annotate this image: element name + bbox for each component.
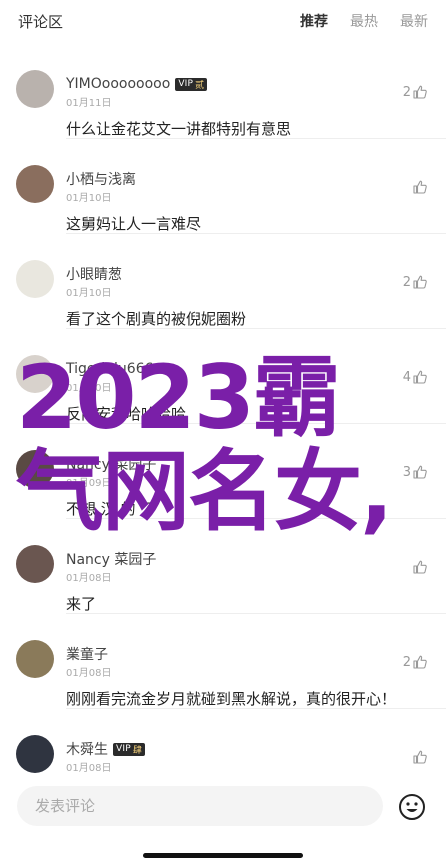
comment-item[interactable]: 木舜生 VIP 肆 01月08日 xyxy=(0,709,446,776)
like-button[interactable]: 4 xyxy=(403,369,428,385)
name-row: Tigerlulu666 xyxy=(66,360,154,378)
emoji-icon[interactable] xyxy=(398,793,426,821)
comment-text: 来了 xyxy=(66,595,97,613)
name-row: 業童子 xyxy=(66,645,108,663)
comment-input[interactable] xyxy=(35,797,383,815)
comment-item[interactable]: 業童子 01月08日 刚刚看完流金岁月就碰到黑水解说，真的很开心！ 2 xyxy=(0,614,446,709)
comment-list: YIMOoooooooo VIP 贰 01月11日 什么让金花艾文一讲都特别有意思… xyxy=(0,44,446,776)
comment-text: 刚刚看完流金岁月就碰到黑水解说，真的很开心！ xyxy=(66,690,397,708)
comment-item[interactable]: 小栖与浅离 01月10日 这舅妈让人一言难尽 xyxy=(0,139,446,234)
comment-item[interactable]: Nancy 菜园子 01月09日 不想 汉 的 了 3 xyxy=(0,424,446,519)
comment-date: 01月11日 xyxy=(66,98,112,109)
comment-input-container[interactable] xyxy=(17,786,383,826)
like-button[interactable]: 2 xyxy=(403,654,428,670)
avatar[interactable] xyxy=(16,260,54,298)
comment-text: 不想 汉 的 了 xyxy=(66,500,156,518)
name-row: Nancy 菜园子 xyxy=(66,550,156,568)
tab-newest[interactable]: 最新 xyxy=(400,11,428,31)
comment-item[interactable]: Tigerlulu666 01月10日 反向安利哈哈哈哈 4 xyxy=(0,329,446,424)
avatar[interactable] xyxy=(16,735,54,773)
vip-badge: VIP 肆 xyxy=(113,742,146,756)
vip-badge: VIP 贰 xyxy=(175,77,208,91)
like-count: 3 xyxy=(402,464,411,480)
username[interactable]: Tigerlulu666 xyxy=(66,361,154,377)
comment-date: 01月10日 xyxy=(66,383,112,394)
home-indicator xyxy=(143,853,303,858)
name-row: 小栖与浅离 xyxy=(66,170,136,188)
comment-date: 01月08日 xyxy=(66,668,112,679)
username[interactable]: 小栖与浅离 xyxy=(66,169,136,189)
comments-header: 评论区 推荐 最热 最新 xyxy=(0,0,446,44)
username[interactable]: 業童子 xyxy=(66,644,108,664)
avatar[interactable] xyxy=(16,165,54,203)
username[interactable]: Nancy 菜园子 xyxy=(66,454,156,474)
tab-hottest[interactable]: 最热 xyxy=(350,11,378,31)
sort-tabs: 推荐 最热 最新 xyxy=(278,11,428,31)
thumbs-up-icon xyxy=(413,560,427,574)
like-button[interactable] xyxy=(411,179,428,195)
comment-date: 01月10日 xyxy=(66,288,112,299)
username[interactable]: Nancy 菜园子 xyxy=(66,549,156,569)
comment-text: 反向安利哈哈哈哈 xyxy=(66,405,187,423)
comment-item[interactable]: Nancy 菜园子 01月08日 来了 xyxy=(0,519,446,614)
thumbs-up-icon xyxy=(413,370,427,384)
avatar[interactable] xyxy=(16,70,54,108)
like-button[interactable]: 3 xyxy=(403,464,428,480)
like-button[interactable]: 2 xyxy=(403,84,428,100)
like-count: 2 xyxy=(402,84,411,100)
thumbs-up-icon xyxy=(413,750,427,764)
comment-date: 01月08日 xyxy=(66,573,112,584)
comment-input-bar xyxy=(0,776,446,836)
name-row: Nancy 菜园子 xyxy=(66,455,156,473)
like-count: 4 xyxy=(402,369,411,385)
tab-recommended[interactable]: 推荐 xyxy=(300,11,328,31)
like-button[interactable]: 2 xyxy=(403,274,428,290)
like-button[interactable] xyxy=(411,749,428,765)
comment-text: 看了这个剧真的被倪妮圈粉 xyxy=(66,310,247,328)
avatar[interactable] xyxy=(16,545,54,583)
thumbs-up-icon xyxy=(413,180,427,194)
comment-text: 这舅妈让人一言难尽 xyxy=(66,215,202,233)
name-row: 小眼睛葱 xyxy=(66,265,122,283)
comment-item[interactable]: YIMOoooooooo VIP 贰 01月11日 什么让金花艾文一讲都特别有意思… xyxy=(0,44,446,139)
thumbs-up-icon xyxy=(413,655,427,669)
username[interactable]: 木舜生 xyxy=(66,739,108,759)
name-row: 木舜生 VIP 肆 xyxy=(66,739,146,759)
thumbs-up-icon xyxy=(413,275,427,289)
comment-date: 01月08日 xyxy=(66,763,112,774)
comments-title: 评论区 xyxy=(18,13,64,31)
thumbs-up-icon xyxy=(413,465,427,479)
like-count: 2 xyxy=(402,654,411,670)
avatar[interactable] xyxy=(16,450,54,488)
username[interactable]: YIMOoooooooo xyxy=(66,76,170,92)
username[interactable]: 小眼睛葱 xyxy=(66,264,122,284)
comment-text: 什么让金花艾文一讲都特别有意思 xyxy=(66,120,292,138)
thumbs-up-icon xyxy=(413,85,427,99)
like-count: 2 xyxy=(402,274,411,290)
name-row: YIMOoooooooo VIP 贰 xyxy=(66,75,208,93)
comment-date: 01月09日 xyxy=(66,478,112,489)
avatar[interactable] xyxy=(16,640,54,678)
like-button[interactable] xyxy=(411,559,428,575)
avatar[interactable] xyxy=(16,355,54,393)
comment-item[interactable]: 小眼睛葱 01月10日 看了这个剧真的被倪妮圈粉 2 xyxy=(0,234,446,329)
comment-date: 01月10日 xyxy=(66,193,112,204)
